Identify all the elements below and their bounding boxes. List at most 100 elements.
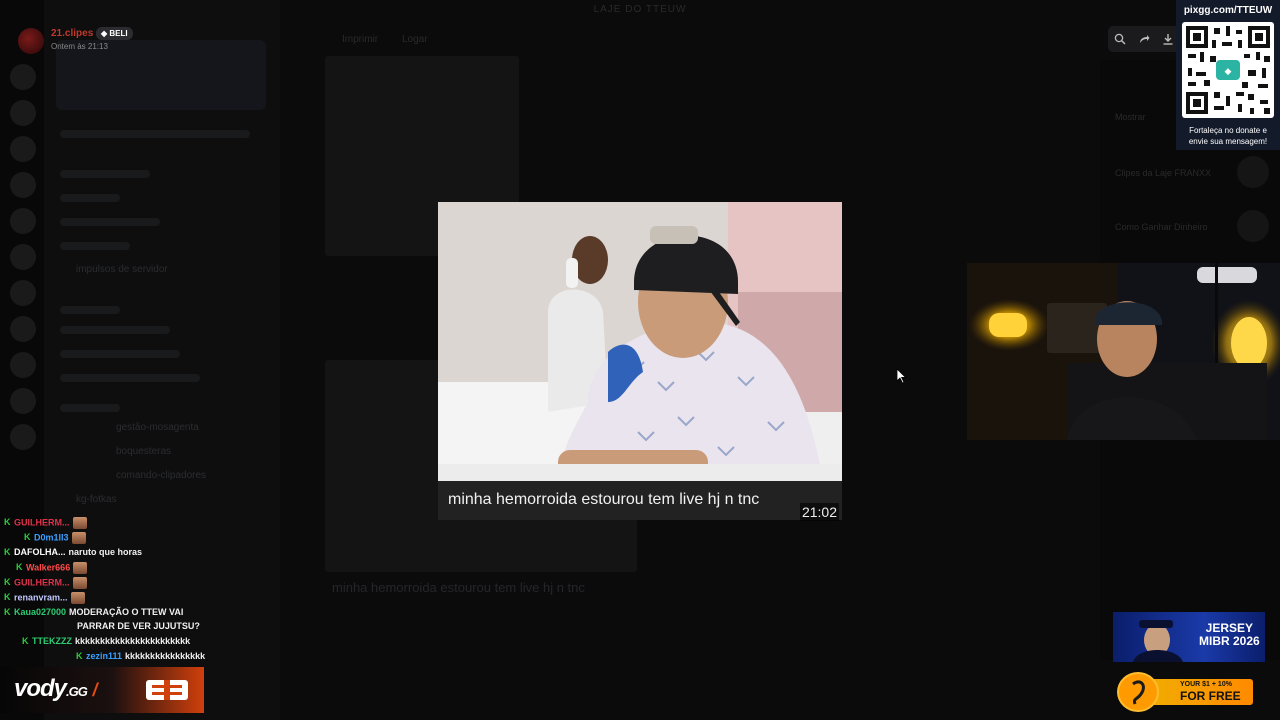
chat-text: MODERAÇÃO O TTEW VAI	[69, 607, 184, 617]
chat-text: kkkkkkkkkkkkkkkkkkkkkkk	[75, 636, 191, 646]
chat-username: GUILHERM...	[14, 517, 70, 528]
kick-icon: K	[4, 607, 11, 617]
svg-text:◆: ◆	[1225, 67, 1232, 77]
avatar	[18, 28, 44, 54]
player-controls	[1108, 26, 1180, 52]
server-icon[interactable]	[10, 244, 36, 270]
offer-small-text: YOUR $1 + 10%	[1180, 681, 1232, 688]
notification-time: Ontem às 21:13	[51, 42, 108, 51]
jersey-ad[interactable]: JERSEY MIBR 2026	[1113, 612, 1265, 662]
emote-icon	[71, 532, 86, 544]
channel-item[interactable]: comando-clipadores	[116, 470, 206, 481]
kick-icon: K	[4, 577, 11, 588]
server-icon[interactable]	[10, 388, 36, 414]
jersey-subtitle: MIBR 2026	[1199, 634, 1260, 648]
channel-placeholder	[60, 350, 180, 358]
server-icon[interactable]	[10, 208, 36, 234]
chat-username: TTEKZZZ	[32, 636, 72, 646]
emote-icon	[72, 517, 87, 529]
right-item[interactable]: Mostrar	[1115, 112, 1146, 122]
clip-title: minha hemorroida estourou tem live hj n …	[448, 491, 760, 508]
chat-username: zezin111	[86, 651, 123, 661]
chat-message: K D0m1lI3	[24, 532, 86, 544]
server-icon[interactable]	[10, 280, 36, 306]
server-icon[interactable]	[10, 316, 36, 342]
clip-duration: 21:02	[799, 503, 839, 521]
chat-username: D0m1lI3	[34, 532, 69, 543]
free-offer-ad[interactable]: YOUR $1 + 10% FOR FREE	[1117, 672, 1255, 712]
server-icon[interactable]	[10, 172, 36, 198]
channel-placeholder	[60, 326, 170, 334]
emote-icon	[70, 592, 85, 604]
jersey-title: JERSEY MIBR 2026	[1199, 622, 1260, 648]
share-icon[interactable]	[1136, 31, 1152, 47]
clip-notification[interactable]: 21.clipes ◆ BELI Ontem às 21:13	[14, 24, 274, 58]
vody-brand: vody	[14, 675, 67, 702]
kick-icon: K	[24, 532, 31, 543]
chat-text: PARRAR DE VER JUJUTSU?	[77, 621, 200, 631]
server-icon[interactable]	[10, 424, 36, 450]
server-icon[interactable]	[10, 64, 36, 90]
server-icon[interactable]	[10, 100, 36, 126]
avatar	[1237, 210, 1269, 242]
server-icon[interactable]	[10, 352, 36, 378]
tab-logar[interactable]: Logar	[402, 34, 428, 45]
channel-placeholder	[60, 306, 120, 314]
download-icon[interactable]	[1160, 31, 1176, 47]
top-bar: Imprimir Logar	[280, 28, 1120, 54]
vody-banner[interactable]: vody.GG /	[0, 667, 204, 713]
channel-placeholder	[60, 194, 120, 202]
qr-code-icon: ◆	[1182, 22, 1274, 118]
kick-icon: K	[16, 562, 23, 573]
chat-message: Kzezin111 kkkkkkkkkkkkkkkk	[76, 651, 205, 661]
right-item[interactable]: Como Ganhar Dinheiro	[1115, 222, 1208, 232]
kick-icon: K	[4, 517, 11, 528]
channel-item[interactable]: boquesteras	[116, 446, 171, 457]
emote-icon	[73, 562, 88, 574]
kick-icon: K	[4, 592, 11, 603]
chat-message: K GUILHERM...	[4, 577, 87, 589]
right-item[interactable]: Clipes da Laje FRANXX	[1115, 168, 1211, 178]
channel-item[interactable]: impulsos de servidor	[76, 264, 168, 275]
chat-message-continued: PARRAR DE VER JUJUTSU?	[77, 621, 200, 631]
chat-message: K DAFOLHA... naruto que horas	[4, 547, 142, 557]
vody-logo-icon	[144, 678, 190, 702]
chat-text: naruto que horas	[68, 547, 143, 557]
vody-logo-text: vody.GG /	[14, 675, 98, 703]
kick-icon: K	[22, 636, 29, 646]
donation-text: Fortaleça no donate e envie sua mensagem…	[1188, 126, 1268, 146]
donation-url: pixgg.com/TTEUW	[1183, 5, 1273, 16]
chat-message: K GUILHERM...	[4, 517, 87, 529]
chat-message: K Kaua027000 MODERAÇÃO O TTEW VAI	[4, 607, 183, 617]
vody-tld: .GG	[66, 684, 88, 699]
chat-username: GUILHERM...	[14, 577, 70, 588]
notification-username: 21.clipes	[51, 28, 94, 39]
streamer-webcam	[967, 263, 1280, 440]
channel-item[interactable]: gestão-mosagenta	[116, 422, 199, 433]
channel-placeholder	[60, 404, 120, 412]
zoom-icon[interactable]	[1112, 31, 1128, 47]
channel-placeholder	[60, 218, 160, 226]
tab-imprimir[interactable]: Imprimir	[342, 34, 378, 45]
channel-placeholder	[60, 374, 200, 382]
badge-label: BELI	[109, 29, 128, 38]
channel-placeholder	[60, 130, 250, 138]
chat-message: Krenanvram...	[4, 592, 85, 604]
channel-item[interactable]: kg-fotkas	[76, 494, 117, 505]
server-icon[interactable]	[10, 136, 36, 162]
kick-icon: K	[76, 651, 83, 661]
channel-placeholder	[60, 242, 130, 250]
diamond-icon: ◆	[101, 29, 108, 38]
chat-message: K TTEKZZZ kkkkkkkkkkkkkkkkkkkkkkk	[22, 636, 190, 646]
clip-popup[interactable]: minha hemorroida estourou tem live hj n …	[438, 202, 842, 521]
coin-icon	[1117, 672, 1159, 712]
vody-slash: /	[92, 680, 98, 700]
emote-icon	[72, 577, 87, 589]
donation-qr-panel: pixgg.com/TTEUW ◆ Fortaleça no donate e …	[1176, 0, 1280, 150]
channel-placeholder	[60, 170, 150, 178]
background-caption: minha hemorroida estourou tem live hj n …	[332, 580, 585, 595]
notification-badge: ◆ BELI	[96, 27, 133, 40]
clip-thumbnail	[438, 202, 842, 481]
caption-bar: minha hemorroida estourou tem live hj n …	[438, 481, 842, 521]
chat-username: renanvram...	[14, 592, 68, 603]
